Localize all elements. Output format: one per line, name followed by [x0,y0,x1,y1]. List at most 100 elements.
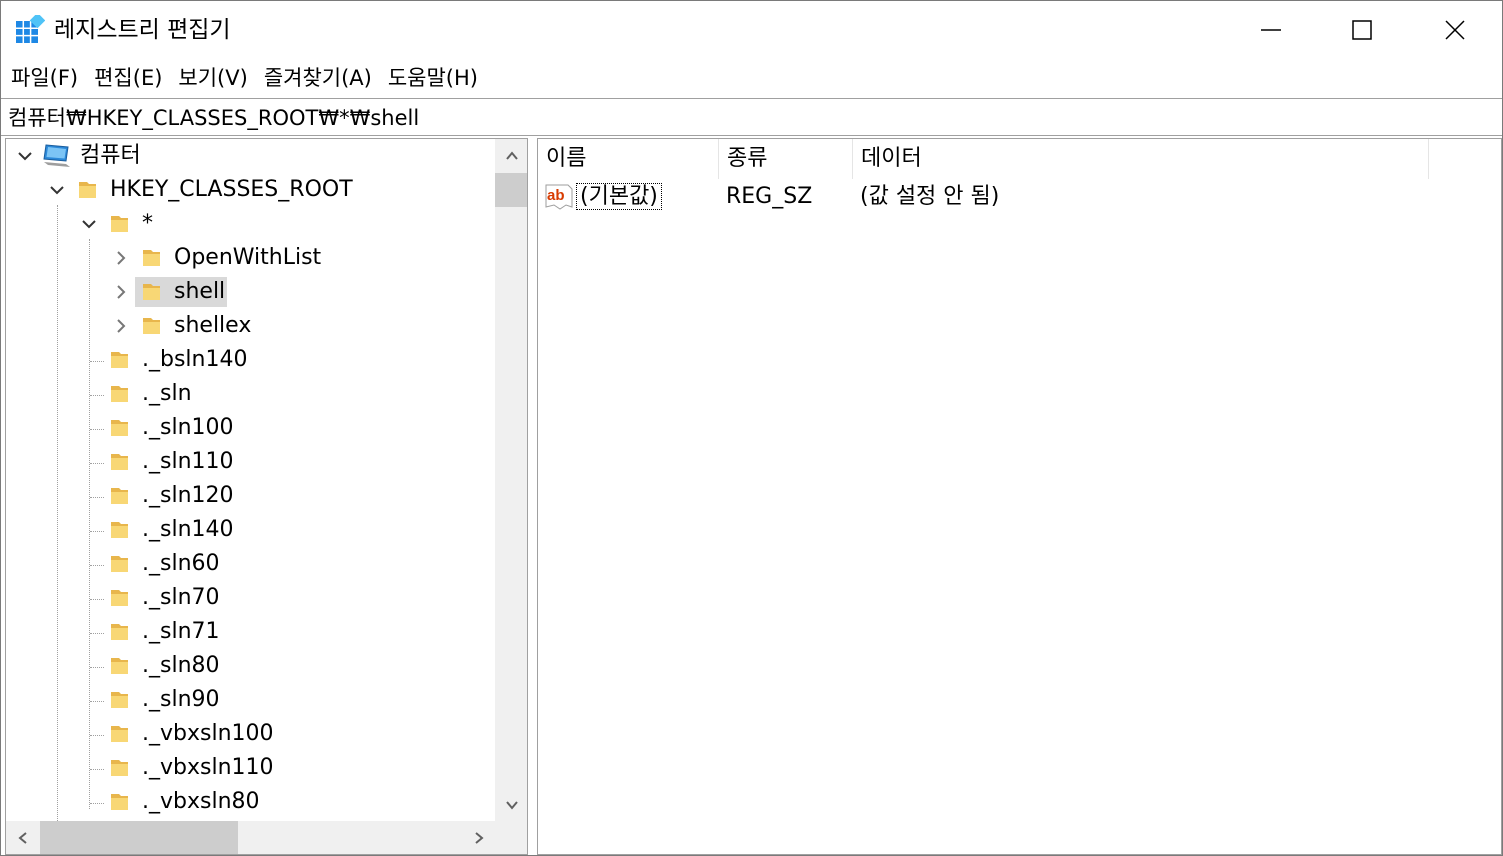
value-name[interactable]: (기본값) [576,183,662,210]
menu-favorites[interactable]: 즐겨찾기(A) [258,59,378,97]
tree-item-label: * [142,211,153,236]
tree-item-key[interactable]: ._vbxsln100 [6,717,495,751]
tree-item-label: 컴퓨터 [80,143,141,168]
folder-icon [111,522,128,538]
scroll-up-button[interactable] [495,139,527,172]
tree-item-label: shell [174,279,226,304]
tree-item-key[interactable]: ._sln90 [6,683,495,717]
tree-item-key[interactable]: ._bsln140 [6,343,495,377]
folder-icon [143,250,160,266]
tree-item-key[interactable]: ._sln70 [6,581,495,615]
chevron-right-icon[interactable] [110,315,132,337]
folder-icon [111,420,128,436]
folder-icon [111,386,128,402]
tree-item-asterisk[interactable]: * [6,207,495,241]
folder-icon [111,352,128,368]
address-bar[interactable]: 컴퓨터₩HKEY_CLASSES_ROOT₩*₩shell [1,98,1502,136]
chevron-down-icon [505,800,518,810]
tree-item-label: ._bsln140 [142,347,248,372]
menu-bar: 파일(F) 편집(E) 보기(V) 즐겨찾기(A) 도움말(H) [1,59,1502,97]
value-name-cell: (기본값) [576,179,662,215]
string-value-icon: ab [545,184,573,210]
key-tree-pane: 컴퓨터 HKEY_CLASSES_ROOT * OpenWithList she… [5,138,528,855]
tree-item-label: ._sln [142,381,192,406]
column-header-name[interactable]: 이름 [538,139,719,179]
folder-icon [111,658,128,674]
tree-item-key[interactable]: ._sln80 [6,649,495,683]
minimize-button[interactable] [1225,1,1317,59]
tree-item-label: ._sln90 [142,687,220,712]
folder-icon [111,454,128,470]
computer-icon [43,144,70,167]
folder-icon [143,284,160,300]
tree-item-key[interactable]: ._sln140 [6,513,495,547]
scroll-right-button[interactable] [462,821,495,854]
title-bar[interactable]: 레지스트리 편집기 [1,1,1502,59]
scroll-corner [495,821,527,854]
scroll-down-button[interactable] [495,788,527,821]
tree-item-label: ._vbxsln80 [142,789,260,814]
column-header-data[interactable]: 데이터 [853,139,1429,179]
tree-item-key[interactable]: ._vbxsln80 [6,785,495,819]
folder-icon [111,692,128,708]
tree-item-key[interactable]: ._sln120 [6,479,495,513]
tree-item-label: HKEY_CLASSES_ROOT [110,177,353,202]
tree-item-key[interactable]: ._sln110 [6,445,495,479]
list-item[interactable]: ab (기본값) REG_SZ (값 설정 안 됨) [538,179,1501,215]
tree-item-label: ._sln140 [142,517,234,542]
folder-icon [79,182,96,198]
chevron-right-icon [474,831,484,844]
folder-icon [111,556,128,572]
tree-item-label: ._sln60 [142,551,220,576]
menu-view[interactable]: 보기(V) [172,59,253,97]
tree-item-shell[interactable]: shell [6,275,495,309]
folder-icon [111,624,128,640]
value-type: REG_SZ [726,184,813,209]
scroll-thumb[interactable] [495,173,527,207]
maximize-button[interactable] [1316,1,1408,59]
tree-item-key[interactable]: ._vbxsln110 [6,751,495,785]
close-button[interactable] [1409,1,1501,59]
tree-item-label: ._sln71 [142,619,220,644]
value-data: (값 설정 안 됨) [860,184,1000,209]
tree-item-label: ._sln110 [142,449,234,474]
folder-icon [143,318,160,334]
close-icon [1445,20,1465,40]
tree-item-shellex[interactable]: shellex [6,309,495,343]
minimize-icon [1261,29,1281,31]
tree-item-hkey-classes-root[interactable]: HKEY_CLASSES_ROOT [6,173,495,207]
tree-item-label: OpenWithList [174,245,322,270]
address-path[interactable]: 컴퓨터₩HKEY_CLASSES_ROOT₩*₩shell [8,99,419,137]
chevron-down-icon[interactable] [46,179,68,201]
menu-help[interactable]: 도움말(H) [382,59,484,97]
tree-horizontal-scrollbar[interactable] [6,821,495,854]
tree-item-label: ._vbxsln110 [142,755,274,780]
tree-item-key[interactable]: ._sln71 [6,615,495,649]
chevron-down-icon[interactable] [14,145,36,167]
folder-icon [111,216,128,232]
chevron-right-icon[interactable] [110,281,132,303]
menu-file[interactable]: 파일(F) [5,59,84,97]
chevron-up-icon [505,150,518,160]
folder-icon [111,726,128,742]
chevron-down-icon[interactable] [78,213,100,235]
key-tree: 컴퓨터 HKEY_CLASSES_ROOT * OpenWithList she… [6,139,495,821]
folder-icon [111,794,128,810]
column-header-type[interactable]: 종류 [719,139,853,179]
chevron-right-icon[interactable] [110,247,132,269]
tree-item-key[interactable]: ._sln [6,377,495,411]
tree-item-label: ._sln70 [142,585,220,610]
tree-item-label: ._sln80 [142,653,220,678]
tree-vertical-scrollbar[interactable] [495,139,527,821]
tree-item-key[interactable]: ._sln100 [6,411,495,445]
values-list-pane: 이름 종류 데이터 ab (기본값) REG_SZ (값 설정 안 됨) [537,138,1502,855]
tree-item-label: shellex [174,313,252,338]
chevron-left-icon [17,831,27,844]
scroll-thumb[interactable] [40,821,238,854]
menu-edit[interactable]: 편집(E) [88,59,168,97]
scroll-left-button[interactable] [6,821,39,854]
tree-item-key[interactable]: ._sln60 [6,547,495,581]
registry-editor-icon [16,15,45,43]
tree-item-computer[interactable]: 컴퓨터 [6,139,495,173]
tree-item-openwithlist[interactable]: OpenWithList [6,241,495,275]
